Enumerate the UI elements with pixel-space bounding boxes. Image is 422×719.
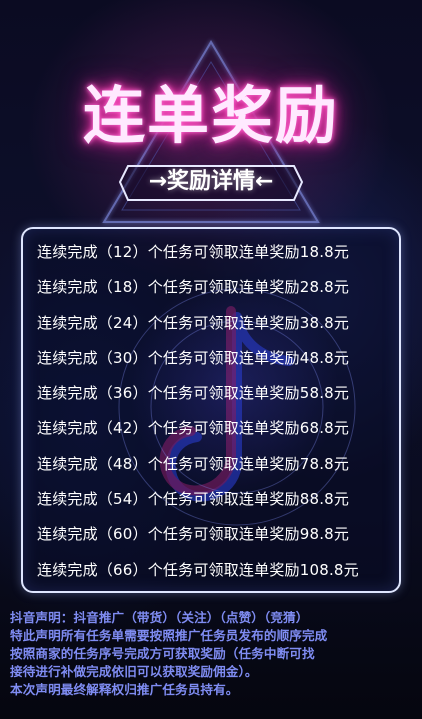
reward-amount: 58.8元 (299, 384, 350, 403)
disclaimer-line: 本次声明最终解释权归推广任务员持有。 (10, 682, 239, 697)
reward-amount: 38.8元 (299, 313, 350, 332)
page-title: 连单奖励 (82, 79, 339, 152)
reward-row: 连续完成（24）个任务可领取连单奖励38.8元 (37, 313, 350, 332)
reward-row: 连续完成（30）个任务可领取连单奖励48.8元 (37, 348, 350, 367)
reward-amount: 68.8元 (299, 419, 350, 438)
reward-row: 连续完成（66）个任务可领取连单奖励108.8元 (37, 560, 359, 579)
subtitle-badge: →奖励详情← (116, 162, 306, 204)
reward-row: 连续完成（54）个任务可领取连单奖励88.8元 (37, 490, 350, 509)
subtitle: →奖励详情← (148, 169, 274, 194)
reward-amount: 108.8元 (299, 560, 359, 579)
disclaimer-notice: 抖音声明：抖音推广（带货）（关注）（点赞）（竞猜） 特此声明所有任务单需要按照推… (10, 609, 414, 699)
reward-amount: 18.8元 (299, 243, 350, 261)
reward-amount: 88.8元 (299, 490, 350, 509)
disclaimer-line: 按照商家的任务序号完成方可获取奖励（任务中断可找 (10, 646, 315, 661)
reward-amount: 78.8元 (299, 454, 350, 473)
reward-row: 连续完成（42）个任务可领取连单奖励68.8元 (37, 419, 350, 438)
reward-row: 连续完成（36）个任务可领取连单奖励58.8元 (37, 384, 350, 403)
reward-amount: 98.8元 (299, 525, 350, 544)
reward-panel: 连续完成（12）个任务可领取连单奖励18.8元 连续完成（18）个任务可领取连单… (21, 227, 401, 593)
disclaimer-line: 特此声明所有任务单需要按照推广任务员发布的顺序完成 (10, 628, 328, 643)
disclaimer-line: 抖音声明：抖音推广（带货）（关注）（点赞）（竞猜） (10, 610, 309, 625)
reward-row: 连续完成（48）个任务可领取连单奖励78.8元 (37, 454, 350, 473)
reward-row: 连续完成（12）个任务可领取连单奖励18.8元 (37, 243, 350, 261)
reward-list: 连续完成（12）个任务可领取连单奖励18.8元 连续完成（18）个任务可领取连单… (37, 235, 397, 588)
reward-amount: 48.8元 (299, 348, 350, 367)
disclaimer-line: 接待进行补做完成依旧可以获取奖励佣金）。 (10, 664, 258, 679)
reward-amount: 28.8元 (299, 278, 350, 297)
reward-row: 连续完成（18）个任务可领取连单奖励28.8元 (37, 278, 350, 297)
reward-row: 连续完成（60）个任务可领取连单奖励98.8元 (37, 525, 350, 544)
